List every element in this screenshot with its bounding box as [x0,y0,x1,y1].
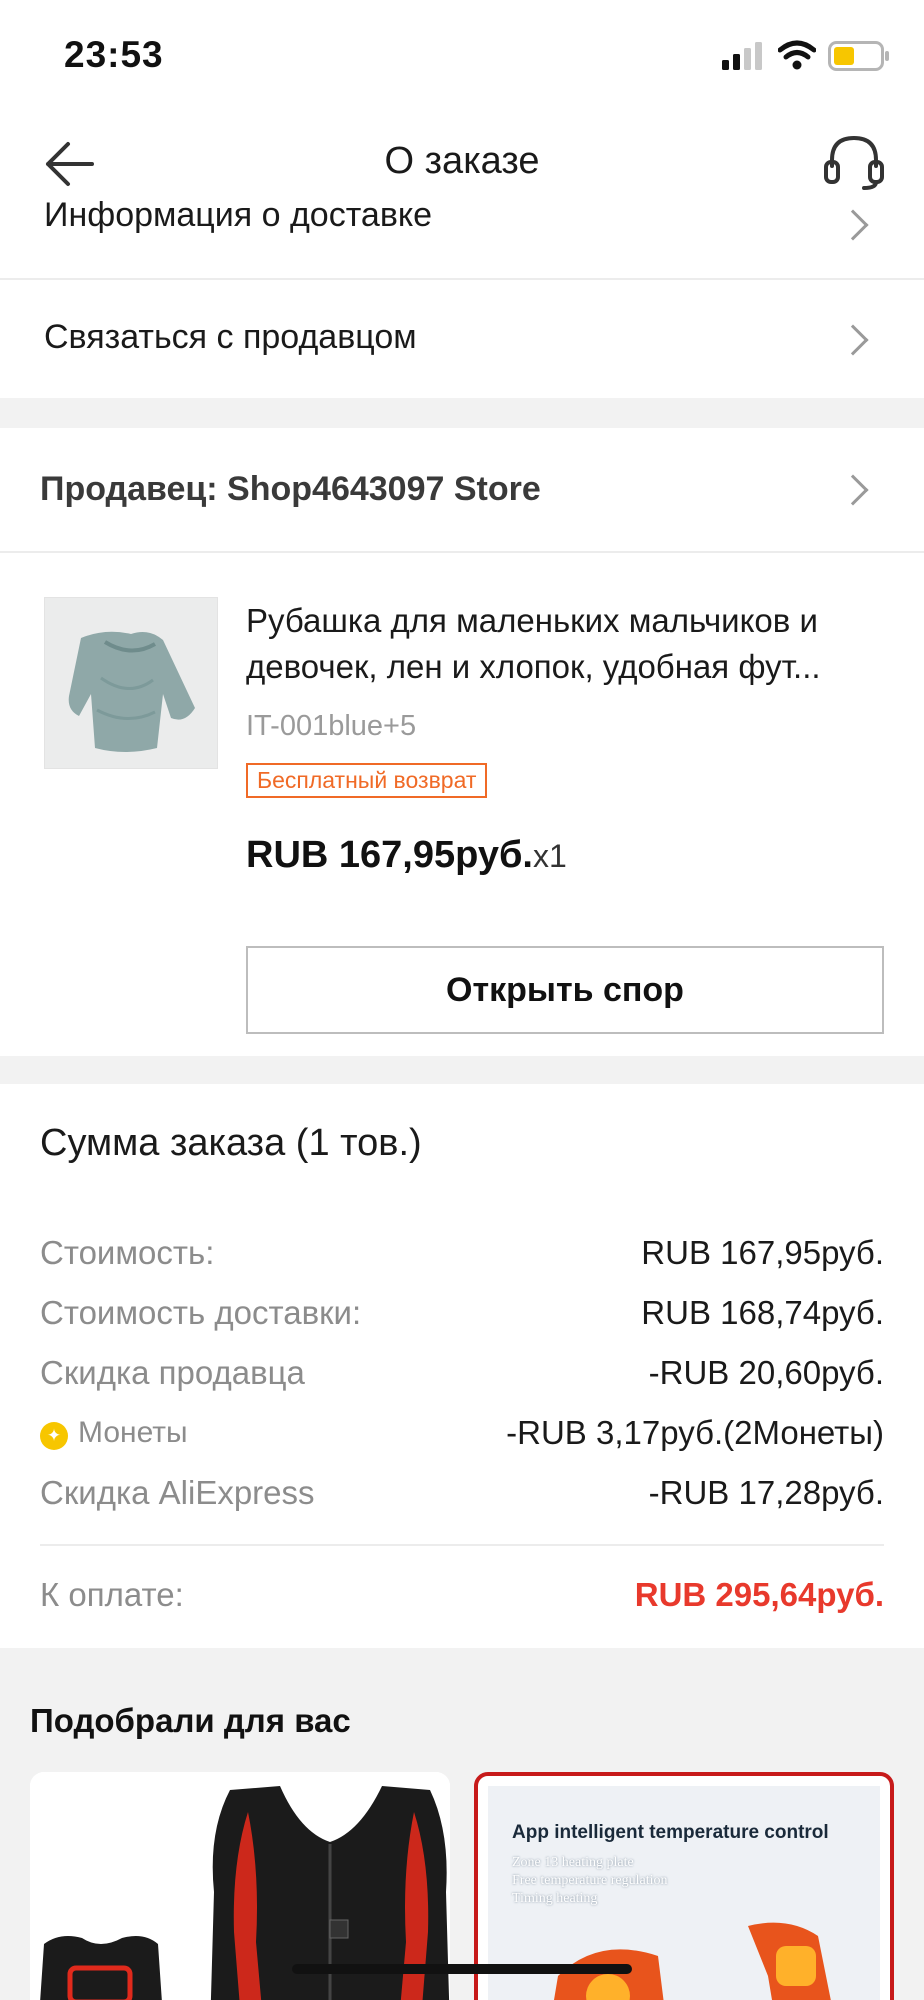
contact-seller-row[interactable]: Связаться с продавцом [44,318,417,357]
card-headline: App intelligent temperature control [512,1822,829,1843]
cost-value: RUB 167,95руб. [641,1234,884,1271]
delivery-info-row[interactable]: Информация о доставке [44,196,432,235]
card-feature-list: Zone 13 heating plate Free temperature r… [512,1854,667,1908]
shipping-label: Стоимость доставки: [40,1294,362,1331]
shipping-value: RUB 168,74руб. [641,1294,884,1331]
seller-discount-label: Скидка продавца [40,1354,305,1391]
order-links-section [0,212,924,398]
product-title[interactable]: Рубашка для маленьких мальчиков и девоче… [246,598,886,690]
signal-icon [722,42,762,70]
status-time: 23:53 [64,34,164,75]
battery-icon [828,41,889,71]
recommendations-title: Подобрали для вас [30,1702,351,1739]
heated-jacket-image [554,1922,831,2000]
aliexpress-discount-label: Скидка AliExpress [40,1474,315,1511]
cost-label: Стоимость: [40,1234,215,1271]
divider [0,278,924,280]
total-label: К оплате: [40,1576,184,1613]
aliexpress-discount-value: -RUB 17,28руб. [648,1474,884,1511]
home-indicator [292,1964,632,1974]
summary-title: Сумма заказа (1 тов.) [40,1122,422,1164]
quantity: x1 [533,838,567,874]
card-feature: Timing heating [512,1891,598,1906]
seller-name-row[interactable]: Продавец: Shop4643097 Store [40,470,541,509]
free-return-badge: Бесплатный возврат [246,763,488,798]
coin-icon [40,1422,68,1450]
seller-discount-value: -RUB 20,60руб. [648,1354,884,1391]
wifi-icon [778,40,816,70]
product-price: RUB 167,95руб.x1 [246,834,567,877]
coins-label: Монеты [78,1416,188,1449]
shirt-image [45,598,217,768]
divider [40,1544,884,1546]
card-feature: Zone 13 heating plate [512,1855,634,1870]
price-value: RUB 167,95руб. [246,834,533,876]
divider [0,551,924,553]
card-feature: Free temperature regulation [512,1873,668,1888]
page-title: О заказе [384,140,540,182]
open-dispute-button[interactable]: Открыть спор [246,946,884,1034]
product-sku: IT-001blue+5 [246,710,417,742]
support-headset-icon[interactable] [822,132,886,192]
coins-value: -RUB 3,17руб.(2Монеты) [506,1414,884,1451]
total-value: RUB 295,64руб. [634,1576,884,1613]
product-thumbnail[interactable] [44,597,218,769]
